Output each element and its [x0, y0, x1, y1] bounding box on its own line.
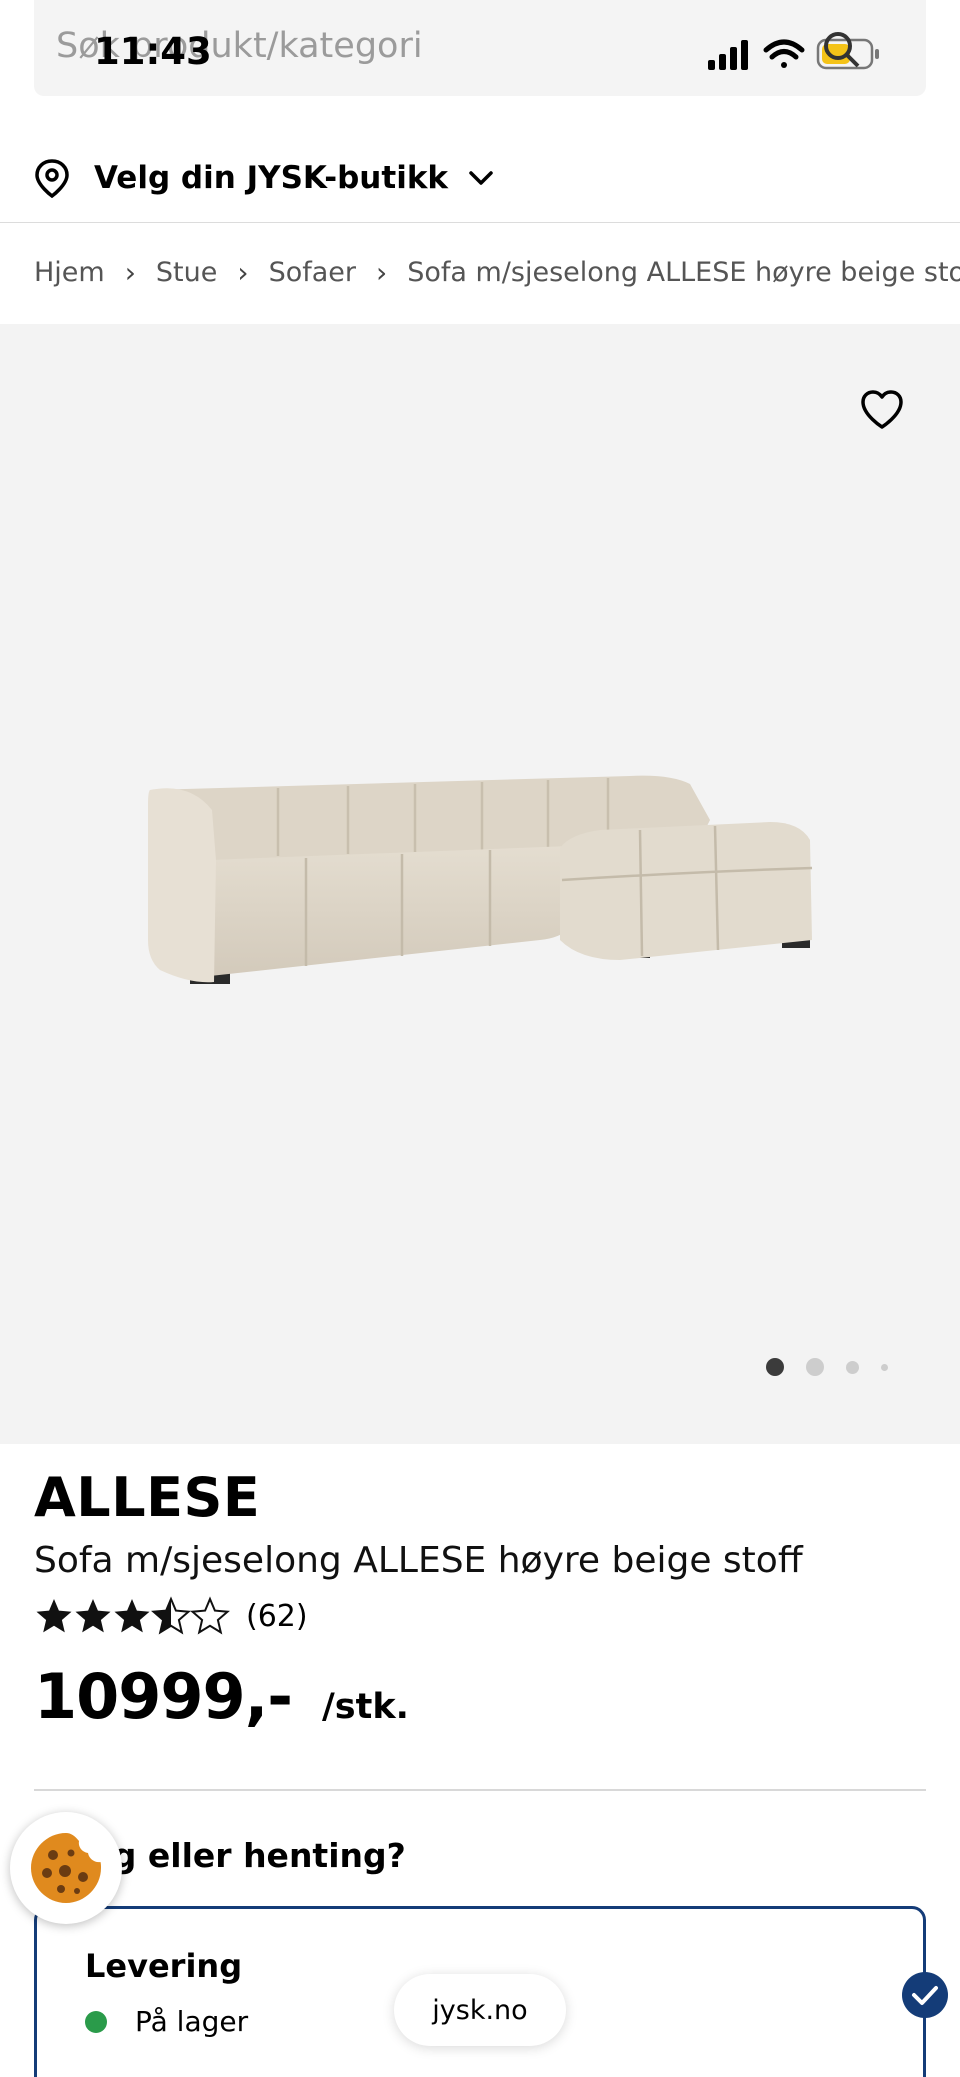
price-unit: /stk. [321, 1687, 409, 1727]
breadcrumb-item-living-room[interactable]: Stue [156, 257, 217, 288]
pagination-dot-active[interactable] [766, 1358, 784, 1376]
store-label[interactable]: Velg din JYSK-butikk [94, 160, 448, 196]
rating[interactable]: (62) [34, 1596, 308, 1636]
chevron-down-icon[interactable] [468, 169, 494, 187]
divider [0, 222, 960, 223]
status-icons [708, 32, 879, 70]
product-brand: ALLESE [34, 1466, 261, 1529]
price: 10999,- [34, 1660, 293, 1733]
chevron-right-icon: › [124, 256, 136, 289]
stock-status-label: På lager [135, 2005, 249, 2038]
product-name: Sofa m/sjeselong ALLESE høyre beige stof… [34, 1540, 803, 1581]
breadcrumb: Hjem › Stue › Sofaer › Sofa m/sjeselong … [34, 256, 960, 289]
chevron-right-icon: › [237, 256, 249, 289]
breadcrumb-item-current[interactable]: Sofa m/sjeselong ALLESE høyre beige stof… [407, 257, 960, 288]
delivery-heading: ing eller henting? [78, 1836, 406, 1875]
checkmark-selected-icon [902, 1972, 948, 2018]
breadcrumb-item-home[interactable]: Hjem [34, 257, 105, 288]
price-row: 10999,- /stk. [34, 1660, 409, 1733]
breadcrumb-item-sofas[interactable]: Sofaer [269, 257, 356, 288]
stock-status: På lager [85, 2005, 248, 2038]
cookie-icon [31, 1833, 101, 1903]
status-time: 11:43 [94, 30, 212, 73]
browser-url[interactable]: jysk.no [432, 1995, 527, 2026]
review-count[interactable]: (62) [246, 1599, 308, 1634]
wifi-icon [763, 39, 805, 68]
star-rating-icon [36, 1598, 229, 1634]
location-pin-icon [35, 159, 69, 198]
product-image [148, 775, 813, 984]
in-stock-indicator-icon [85, 2010, 107, 2033]
store-selector[interactable]: Velg din JYSK-butikk [34, 150, 494, 206]
heart-icon[interactable] [858, 386, 906, 434]
chevron-right-icon: › [376, 256, 388, 289]
pagination-dot[interactable] [881, 1363, 888, 1371]
cellular-signal-icon [708, 40, 748, 70]
cookie-settings-button[interactable] [10, 1812, 122, 1924]
pagination-dot[interactable] [846, 1360, 859, 1374]
divider [34, 1789, 926, 1791]
delivery-option-title: Levering [85, 1947, 243, 1985]
gallery-pagination[interactable] [766, 1358, 888, 1376]
pagination-dot[interactable] [806, 1358, 824, 1376]
browser-url-pill[interactable]: jysk.no [394, 1974, 566, 2046]
